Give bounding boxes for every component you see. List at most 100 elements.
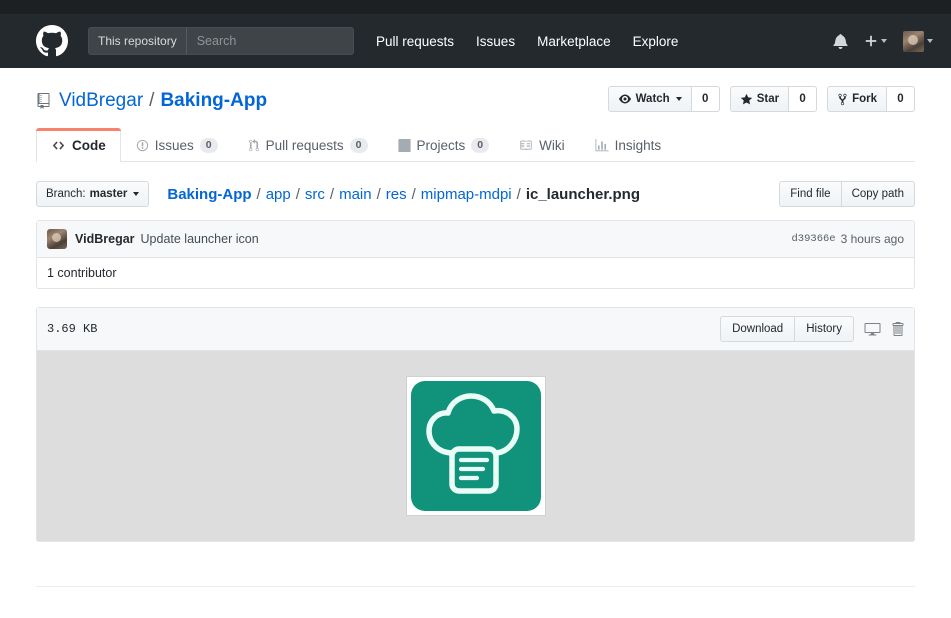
tab-projects-count: 0 [471, 137, 490, 154]
latest-commit-box: VidBregar Update launcher icon d39366e 3… [36, 220, 915, 289]
breadcrumb-separator: / [256, 185, 261, 203]
global-search[interactable]: This repository [88, 27, 354, 55]
watch-count[interactable]: 0 [691, 86, 720, 112]
search-scope-label[interactable]: This repository [89, 28, 187, 54]
chevron-down-icon[interactable] [881, 39, 887, 43]
tab-insights[interactable]: Insights [580, 128, 677, 162]
tab-projects[interactable]: Projects 0 [383, 128, 505, 162]
create-new-menu[interactable] [864, 34, 887, 48]
fork-icon [838, 93, 847, 105]
star-button-label: Star [756, 93, 780, 105]
footer-divider [36, 586, 915, 587]
global-header: This repository Pull requests Issues Mar… [0, 14, 951, 68]
chef-hat-recipe-app-icon [410, 381, 541, 511]
star-button-group: Star 0 [729, 86, 818, 112]
header-nav-issues[interactable]: Issues [476, 34, 515, 49]
repo-actions: Watch 0 Star 0 Fork 0 [607, 86, 915, 112]
tab-insights-label: Insights [614, 138, 662, 153]
breadcrumb-separator: / [411, 185, 416, 203]
repo-icon [36, 93, 51, 109]
tab-pull-requests-count: 0 [349, 137, 368, 154]
blob-actions: Download History [720, 316, 904, 342]
repo-name-link[interactable]: Baking-App [160, 90, 267, 112]
star-count[interactable]: 0 [789, 86, 818, 112]
watch-button[interactable]: Watch [607, 86, 692, 112]
header-nav: Pull requests Issues Marketplace Explore [376, 34, 678, 49]
star-button[interactable]: Star [729, 86, 790, 112]
header-nav-explore[interactable]: Explore [633, 34, 679, 49]
commit-sha[interactable]: d39366e [792, 233, 836, 245]
graph-icon [595, 139, 609, 152]
file-navigation: Branch: master Baking-App / app / src / … [36, 180, 915, 208]
breadcrumb-item-res[interactable]: res [386, 186, 407, 203]
repo-tab-bar: Code Issues 0 Pull requests 0 Projects 0… [36, 128, 915, 162]
branch-prefix-label: Branch: [46, 188, 86, 200]
eye-icon [618, 94, 631, 104]
copy-path-button[interactable]: Copy path [841, 181, 915, 207]
contributors-count-label: 1 contributor [47, 266, 117, 280]
tab-code[interactable]: Code [36, 128, 121, 162]
header-nav-pull-requests[interactable]: Pull requests [376, 34, 454, 49]
bell-icon[interactable] [833, 33, 848, 49]
commit-meta: d39366e 3 hours ago [792, 232, 905, 246]
book-icon [519, 139, 533, 152]
trash-icon[interactable] [891, 321, 904, 337]
tab-code-label: Code [72, 137, 106, 153]
commit-row: VidBregar Update launcher icon d39366e 3… [37, 221, 914, 258]
breadcrumb-separator: / [329, 185, 335, 203]
avatar[interactable] [903, 30, 924, 52]
commit-message[interactable]: Update launcher icon [141, 232, 259, 246]
file-size-label: 3.69 KB [47, 322, 98, 336]
file-nav-actions: Find file Copy path [779, 181, 915, 207]
breadcrumb-separator: / [516, 185, 521, 203]
issue-opened-icon [136, 139, 149, 152]
tab-projects-label: Projects [416, 138, 466, 153]
branch-selector[interactable]: Branch: master [36, 181, 150, 207]
device-desktop-icon[interactable] [864, 321, 881, 337]
user-menu[interactable] [903, 30, 933, 52]
code-icon [51, 139, 66, 152]
chevron-down-icon[interactable] [133, 192, 140, 196]
project-board-icon [397, 139, 411, 152]
browser-chrome-strip [0, 0, 951, 14]
download-button[interactable]: Download [720, 316, 796, 342]
search-input[interactable] [186, 28, 353, 54]
tab-pull-requests[interactable]: Pull requests 0 [233, 128, 383, 162]
find-file-button[interactable]: Find file [779, 181, 842, 207]
tab-issues-count: 0 [199, 137, 218, 154]
breadcrumb: Baking-App / app / src / main / res / mi… [167, 186, 640, 203]
commit-time: 3 hours ago [840, 232, 904, 246]
header-right-actions [833, 30, 933, 52]
commit-author-avatar[interactable] [47, 229, 67, 249]
header-nav-marketplace[interactable]: Marketplace [537, 34, 611, 49]
repo-header: VidBregar / Baking-App Watch 0 Star 0 Fo… [0, 68, 951, 112]
breadcrumb-item-src[interactable]: src [305, 186, 325, 203]
github-file-page: This repository Pull requests Issues Mar… [0, 0, 951, 618]
branch-name-label: master [89, 188, 128, 200]
download-history-group: Download History [720, 316, 854, 342]
fork-count[interactable]: 0 [887, 86, 915, 112]
plus-icon[interactable] [864, 34, 878, 48]
chevron-down-icon[interactable] [927, 39, 933, 43]
breadcrumb-item-mipmap-mdpi[interactable]: mipmap-mdpi [421, 186, 512, 203]
tab-wiki[interactable]: Wiki [504, 128, 580, 162]
contributors-row[interactable]: 1 contributor [37, 258, 914, 288]
github-mark-icon[interactable] [36, 25, 68, 57]
fork-button[interactable]: Fork [827, 86, 887, 112]
chevron-down-icon[interactable] [675, 97, 682, 101]
star-icon [740, 93, 752, 104]
fork-button-label: Fork [852, 93, 877, 105]
watch-button-group: Watch 0 [607, 86, 720, 112]
breadcrumb-separator: / [295, 185, 300, 203]
breadcrumb-item-main[interactable]: main [339, 186, 372, 203]
tab-issues-label: Issues [154, 138, 194, 153]
breadcrumb-item-root[interactable]: Baking-App [167, 186, 251, 203]
commit-author-name[interactable]: VidBregar [75, 232, 135, 246]
history-button[interactable]: History [795, 316, 854, 342]
breadcrumb-current-file: ic_launcher.png [525, 185, 641, 203]
image-frame [405, 376, 546, 516]
breadcrumb-separator: / [376, 185, 381, 203]
repo-owner-link[interactable]: VidBregar [59, 90, 143, 112]
tab-issues[interactable]: Issues 0 [121, 128, 233, 162]
breadcrumb-item-app[interactable]: app [266, 186, 291, 203]
